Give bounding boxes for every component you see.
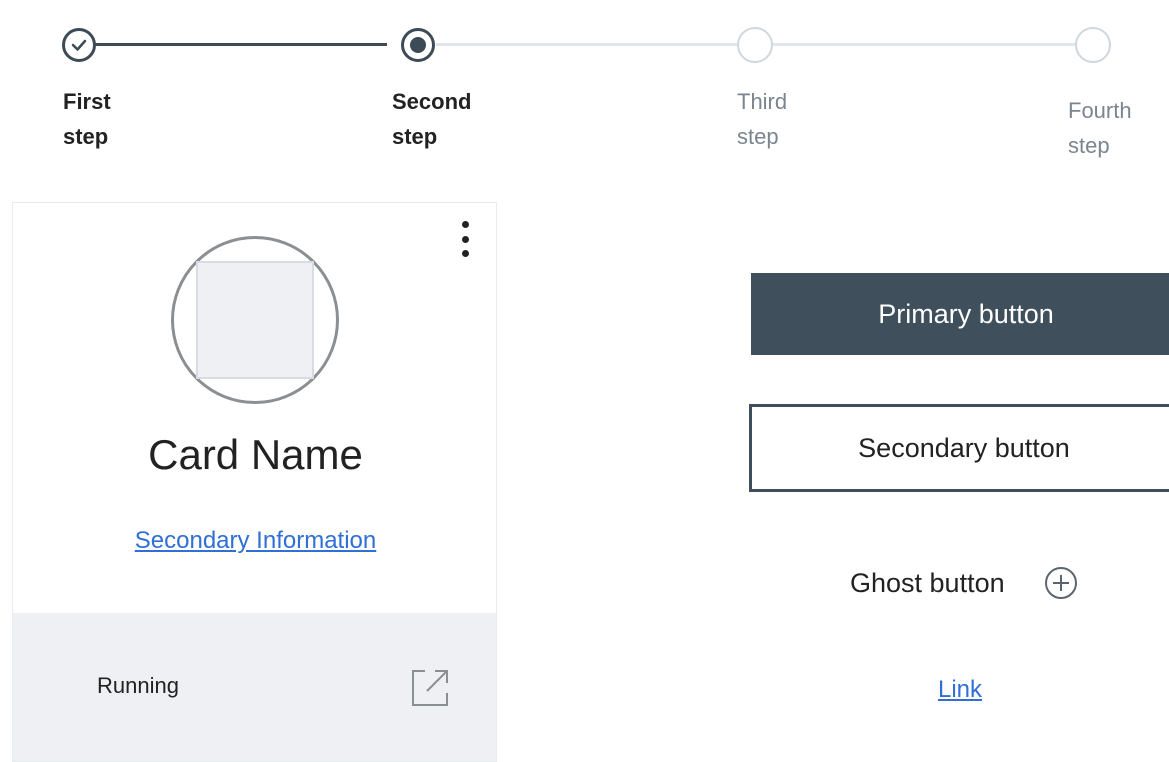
overflow-menu-vertical-icon[interactable] [459,221,471,257]
ghost-button[interactable]: Ghost button [850,558,1160,608]
step-1-label-line1: First [63,89,111,114]
card-avatar [171,236,339,404]
step-3-label-line1: Third [737,89,788,114]
step-3-label-line2: step [737,124,779,150]
step-4-label-line1: Fourth [1068,98,1132,123]
step-2-current-icon[interactable] [401,28,435,62]
secondary-button[interactable]: Secondary button [749,404,1169,492]
status-text: Running [97,673,179,698]
step-3-incomplete-icon[interactable] [737,27,773,63]
step-1-label-line2: step [63,124,109,150]
card-title: Card Name [148,431,363,478]
step-1-complete-icon[interactable] [62,28,96,62]
step-3-label[interactable]: Third step [737,84,787,154]
ghost-button-label: Ghost button [850,567,1005,598]
secondary-information-link[interactable]: Secondary Information [13,527,498,555]
link[interactable]: Link [900,676,1020,704]
progress-track-complete [95,43,387,46]
step-2-label-line2: step [392,124,438,150]
step-4-incomplete-icon[interactable] [1075,27,1111,63]
step-2-label-line1: Second [392,89,472,114]
primary-button[interactable]: Primary button [751,273,1169,355]
step-2-label[interactable]: Second step [392,84,471,154]
add-circle-icon [1044,567,1077,599]
step-4-label[interactable]: Fourth step [1068,93,1132,163]
image-placeholder [196,261,314,379]
step-1-label[interactable]: First step [63,84,111,154]
step-4-label-line2: step [1068,133,1110,159]
checkmark-icon [71,39,87,51]
resource-card[interactable]: Card Name Secondary Information Running [12,202,497,762]
launch-icon[interactable] [405,661,457,713]
